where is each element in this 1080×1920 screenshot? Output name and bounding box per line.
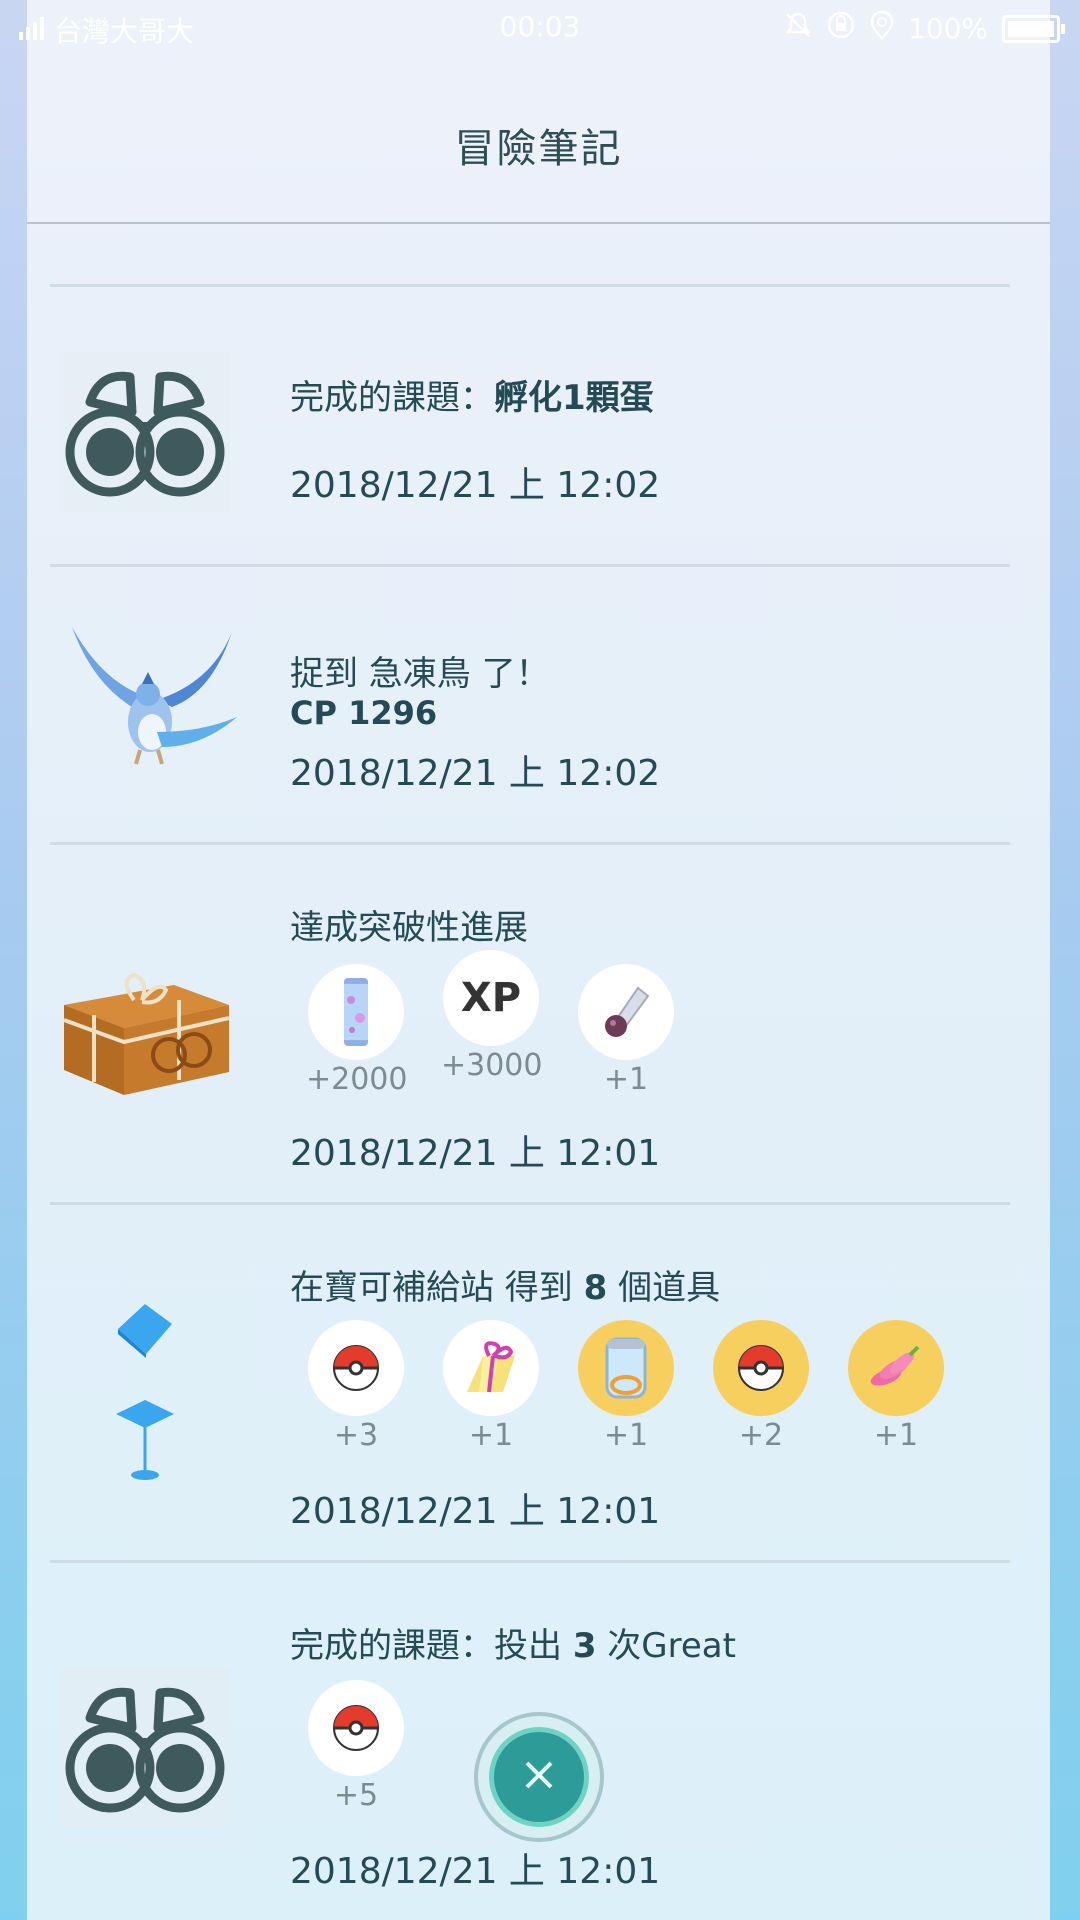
entry-title-emphasis: 3 xyxy=(572,1626,597,1666)
poke-ball-icon xyxy=(308,1680,404,1776)
status-icons: 100% xyxy=(784,10,1065,47)
gift-icon xyxy=(443,1320,539,1416)
mute-icon xyxy=(784,11,812,46)
entry-time: 2018/12/21 上 12:01 xyxy=(290,1133,661,1174)
divider xyxy=(50,1560,1010,1563)
reward-count: +1 xyxy=(468,1418,514,1453)
reward-count: +5 xyxy=(333,1778,379,1813)
poke-ball-icon xyxy=(713,1320,809,1416)
entry-title: 達成突破性進展 xyxy=(290,908,528,948)
header: 冒險筆記 xyxy=(27,56,1050,224)
rotation-lock-icon xyxy=(826,10,856,47)
reward-item: XP +3000 xyxy=(441,950,543,1083)
divider xyxy=(50,284,1010,287)
entry-title-emphasis: 8 xyxy=(583,1268,608,1308)
entry-time: 2018/12/21 上 12:01 xyxy=(290,1851,661,1892)
entry-title-suffix: 次Great xyxy=(596,1626,736,1666)
reward-count: +2 xyxy=(738,1418,784,1453)
entry-title: 完成的課題：孵化1顆蛋 xyxy=(290,370,654,419)
binoculars-icon xyxy=(60,1668,230,1828)
xp-label: XP xyxy=(460,975,522,1021)
battery-icon xyxy=(1002,14,1065,43)
reward-item: +5 xyxy=(306,1680,406,1813)
close-icon xyxy=(521,1757,557,1797)
entry-title-prefix: 完成的課題： xyxy=(290,378,494,418)
reward-item: +3 xyxy=(306,1320,406,1453)
reward-count: +1 xyxy=(603,1062,649,1097)
battery-fill xyxy=(1008,20,1054,37)
divider xyxy=(50,842,1010,845)
reward-item: +1 xyxy=(576,964,676,1097)
entry-title-suffix: 個道具 xyxy=(607,1268,721,1308)
reward-count: +3 xyxy=(333,1418,379,1453)
pokestop-icon xyxy=(110,1294,180,1484)
xp-icon: XP xyxy=(443,950,539,1046)
status-bar: 台灣大哥大 00:03 100% xyxy=(0,0,1080,56)
entry-time: 2018/12/21 上 12:01 xyxy=(290,1491,661,1532)
breakthrough-box-icon xyxy=(54,960,234,1100)
battery-percent: 100% xyxy=(907,12,988,45)
reward-count: +3000 xyxy=(441,1048,543,1083)
location-icon xyxy=(870,10,894,47)
divider xyxy=(50,564,1010,567)
entry-cp: CP 1296 xyxy=(290,694,438,732)
entry-title-prefix: 完成的課題：投出 xyxy=(290,1626,573,1666)
reward-item: +2 xyxy=(711,1320,811,1453)
reward-item: +2000 xyxy=(306,964,408,1097)
entry-title-prefix: 在寶可補給站 得到 xyxy=(290,1268,584,1308)
reward-item: +1 xyxy=(576,1320,676,1453)
entry-time: 2018/12/21 上 12:02 xyxy=(290,465,661,506)
page-title: 冒險筆記 xyxy=(454,126,623,172)
reward-item: +1 xyxy=(441,1320,541,1453)
reward-count: +1 xyxy=(603,1418,649,1453)
articuno-pokemon xyxy=(62,622,242,787)
stardust-icon xyxy=(308,964,404,1060)
pinap-berry-icon xyxy=(848,1320,944,1416)
entry-title: 捉到 急凍鳥 了！ xyxy=(290,654,550,694)
divider xyxy=(50,1202,1010,1205)
poke-ball-icon xyxy=(308,1320,404,1416)
reward-count: +1 xyxy=(873,1418,919,1453)
entry-title: 在寶可補給站 得到 8 個道具 xyxy=(290,1260,720,1309)
reward-item: +1 xyxy=(846,1320,946,1453)
entry-title: 完成的課題：投出 3 次Great xyxy=(290,1618,736,1667)
sinnoh-stone-icon xyxy=(578,964,674,1060)
reward-count: +2000 xyxy=(306,1062,408,1097)
entry-title-emphasis: 孵化1顆蛋 xyxy=(494,378,654,418)
close-button-inner xyxy=(489,1727,589,1827)
entry-time: 2018/12/21 上 12:02 xyxy=(290,753,661,794)
incubator-icon xyxy=(578,1320,674,1416)
binoculars-icon xyxy=(60,352,230,512)
close-button[interactable] xyxy=(474,1712,604,1842)
